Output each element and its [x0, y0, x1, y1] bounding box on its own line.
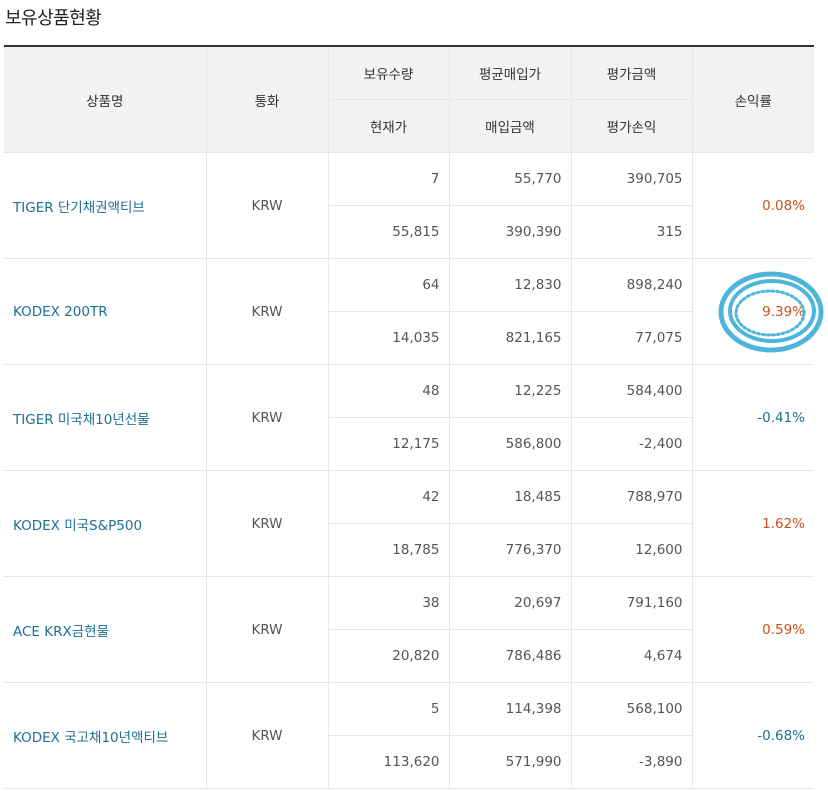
holdings-table: 상품명 통화 보유수량 평균매입가 평가금액 손익률 현재가 매입금액 평가손익… [4, 45, 814, 789]
purchase-amount-cell: 586,800 [448, 417, 572, 471]
current-price-cell: 55,815 [327, 205, 450, 259]
avg-price-cell: 12,225 [448, 364, 572, 418]
profit-rate-cell: -0.41% [691, 364, 814, 471]
profit-rate-cell: 9.39% [691, 258, 814, 365]
quantity-cell: 42 [327, 470, 450, 524]
table-row: ACE KRX금현물 KRW 38 20,697 791,160 0.59% [4, 576, 814, 683]
purchase-amount-cell: 821,165 [448, 311, 572, 365]
profit-rate-cell: 0.59% [691, 576, 814, 683]
header-avg-price: 평균매입가 [448, 45, 572, 100]
eval-profit-cell: -2,400 [570, 417, 693, 471]
purchase-amount-cell: 776,370 [448, 523, 572, 577]
eval-profit-cell: 77,075 [570, 311, 693, 365]
product-name-link[interactable]: KODEX 미국S&P500 [4, 470, 207, 577]
header-current-price: 현재가 [327, 99, 450, 153]
eval-amount-cell: 584,400 [570, 364, 693, 418]
product-name-link[interactable]: KODEX 국고채10년액티브 [4, 682, 207, 789]
eval-amount-cell: 898,240 [570, 258, 693, 312]
eval-amount-cell: 788,970 [570, 470, 693, 524]
purchase-amount-cell: 786,486 [448, 629, 572, 683]
table-row: TIGER 미국채10년선물 KRW 48 12,225 584,400 -0.41% [4, 364, 814, 471]
quantity-cell: 48 [327, 364, 450, 418]
purchase-amount-cell: 390,390 [448, 205, 572, 259]
currency-cell: KRW [205, 364, 329, 471]
eval-profit-cell: 315 [570, 205, 693, 259]
table-row: KODEX 미국S&P500 KRW 42 18,485 788,970 1.62% [4, 470, 814, 577]
product-name-link[interactable]: TIGER 단기채권액티브 [4, 152, 207, 259]
table-row: KODEX 200TR KRW 64 12,830 898,240 9.39% [4, 258, 814, 365]
header-profit-rate: 손익률 [691, 45, 814, 153]
quantity-cell: 5 [327, 682, 450, 736]
profit-rate-cell: 1.62% [691, 470, 814, 577]
quantity-cell: 64 [327, 258, 450, 312]
quantity-cell: 7 [327, 152, 450, 206]
eval-amount-cell: 791,160 [570, 576, 693, 630]
eval-profit-cell: 4,674 [570, 629, 693, 683]
product-name-link[interactable]: KODEX 200TR [4, 258, 207, 365]
eval-amount-cell: 390,705 [570, 152, 693, 206]
table-header: 상품명 통화 보유수량 평균매입가 평가금액 손익률 현재가 매입금액 평가손익 [4, 45, 814, 153]
profit-rate-cell: -0.68% [691, 682, 814, 789]
currency-cell: KRW [205, 576, 329, 683]
header-purchase-amount: 매입금액 [448, 99, 572, 153]
product-name-link[interactable]: TIGER 미국채10년선물 [4, 364, 207, 471]
eval-profit-cell: 12,600 [570, 523, 693, 577]
table-body: TIGER 단기채권액티브 KRW 7 55,770 390,705 0.08% 55,81… [4, 152, 814, 789]
header-currency: 통화 [205, 45, 329, 153]
avg-price-cell: 114,398 [448, 682, 572, 736]
current-price-cell: 20,820 [327, 629, 450, 683]
table-row: TIGER 단기채권액티브 KRW 7 55,770 390,705 0.08% [4, 152, 814, 259]
header-name: 상품명 [4, 45, 207, 153]
currency-cell: KRW [205, 682, 329, 789]
currency-cell: KRW [205, 152, 329, 259]
current-price-cell: 12,175 [327, 417, 450, 471]
current-price-cell: 14,035 [327, 311, 450, 365]
header-eval-profit: 평가손익 [570, 99, 693, 153]
header-quantity: 보유수량 [327, 45, 450, 100]
avg-price-cell: 12,830 [448, 258, 572, 312]
page-title: 보유상품현황 [5, 8, 102, 29]
profit-rate-cell: 0.08% [691, 152, 814, 259]
table-row: KODEX 국고채10년액티브 KRW 5 114,398 568,100 -0.68% [4, 682, 814, 789]
header-eval-amount: 평가금액 [570, 45, 693, 100]
avg-price-cell: 20,697 [448, 576, 572, 630]
eval-amount-cell: 568,100 [570, 682, 693, 736]
eval-profit-cell: -3,890 [570, 735, 693, 789]
currency-cell: KRW [205, 258, 329, 365]
quantity-cell: 38 [327, 576, 450, 630]
current-price-cell: 113,620 [327, 735, 450, 789]
currency-cell: KRW [205, 470, 329, 577]
current-price-cell: 18,785 [327, 523, 450, 577]
product-name-link[interactable]: ACE KRX금현물 [4, 576, 207, 683]
avg-price-cell: 55,770 [448, 152, 572, 206]
avg-price-cell: 18,485 [448, 470, 572, 524]
purchase-amount-cell: 571,990 [448, 735, 572, 789]
